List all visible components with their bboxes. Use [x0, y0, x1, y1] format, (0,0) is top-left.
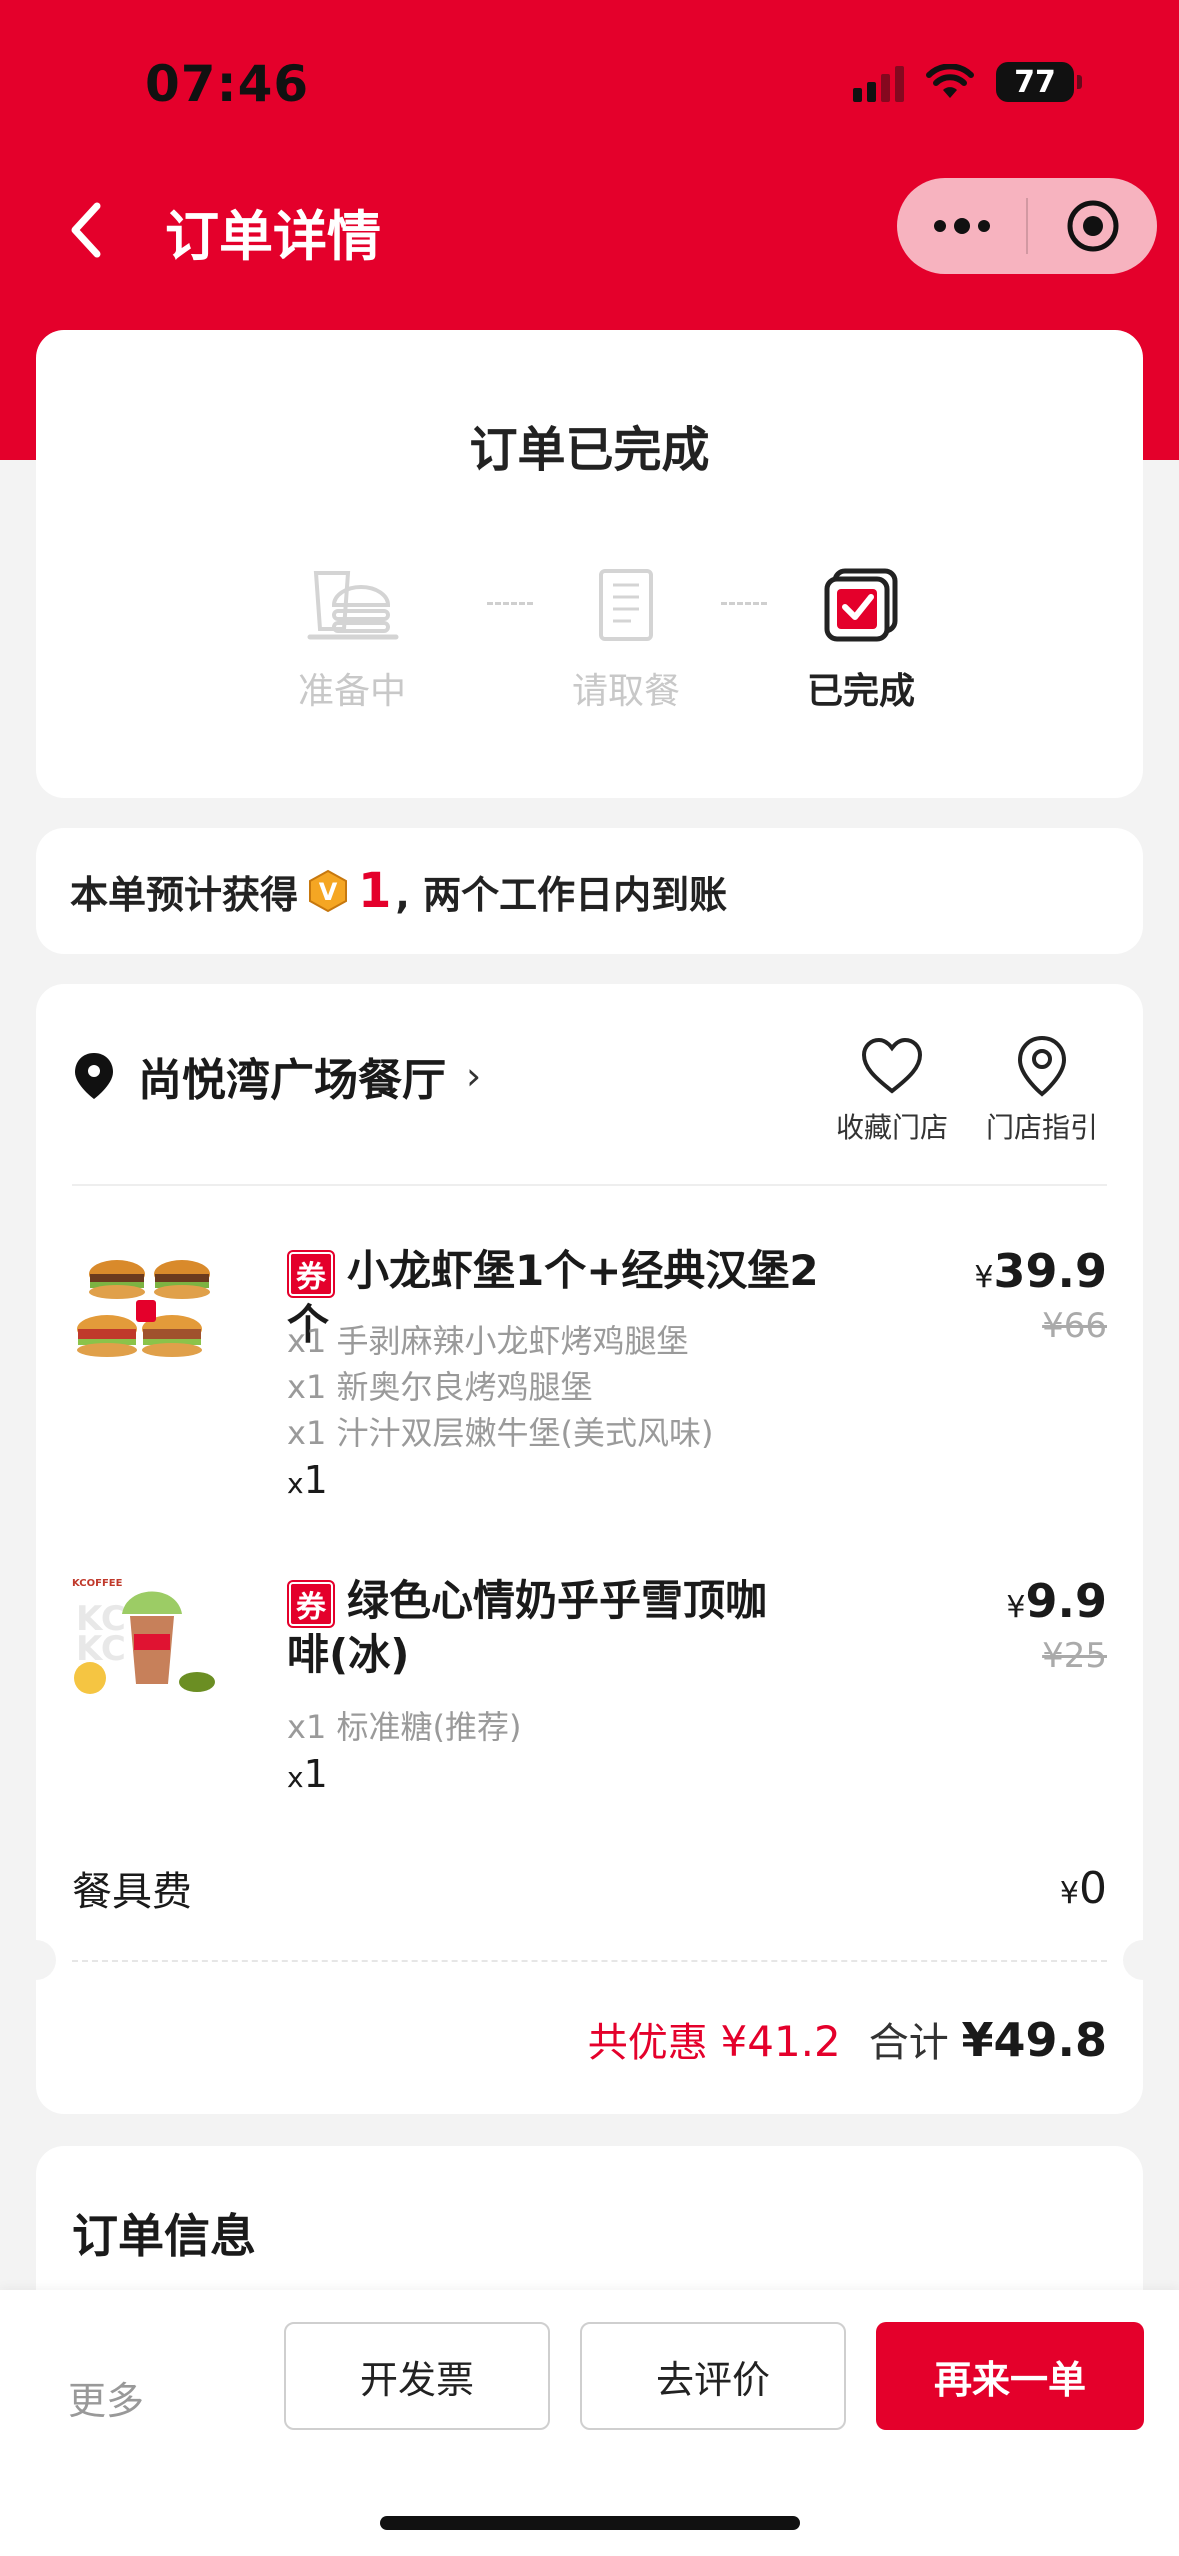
- step-label: 已完成: [806, 671, 915, 712]
- points-card: 本单预计获得 V 1 , 两个工作日内到账: [36, 828, 1143, 954]
- fee-value: ¥0: [1060, 1863, 1107, 1914]
- order-items-card: 尚悦湾广场餐厅 › 收藏门店 门店指引 券 小龙虾堡1个+经典汉堡2个 x1 手…: [36, 984, 1143, 2114]
- item-subitem: x1 新奥尔良烤鸡腿堡: [287, 1368, 593, 1406]
- currency-symbol: ¥: [1059, 1875, 1079, 1911]
- fee-label: 餐具费: [72, 1869, 192, 1915]
- store-guide-label: 门店指引: [985, 1111, 1098, 1144]
- miniapp-capsule: [897, 178, 1157, 274]
- v-gold-coin-icon: V: [309, 869, 348, 913]
- order-item: KCOFFEE KC KC 券 绿色心情奶乎乎雪顶咖啡(冰) x1 标准糖(推荐…: [72, 1574, 1107, 1796]
- step-label: 请取餐: [571, 671, 680, 712]
- qty-value: 1: [303, 1752, 328, 1796]
- saving-value: ¥41.2: [720, 2017, 841, 2066]
- ticket-notch: [1123, 1940, 1143, 1980]
- item-original-price: ¥66: [1042, 1306, 1107, 1346]
- favorite-store-label: 收藏门店: [835, 1111, 948, 1144]
- more-menu-button[interactable]: [897, 178, 1026, 274]
- page-title: 订单详情: [165, 205, 381, 268]
- target-close-icon: [1067, 200, 1118, 252]
- total-label: 合计: [868, 2020, 949, 2066]
- coffee-product-image: KCOFFEE KC KC: [72, 1578, 215, 1694]
- store-name: 尚悦湾广场餐厅: [138, 1055, 446, 1106]
- status-icons: 77: [853, 62, 1082, 102]
- ticket-notch: [36, 1940, 56, 1980]
- step-preparing: 准备中: [272, 560, 432, 714]
- close-miniapp-button[interactable]: [1028, 178, 1157, 274]
- back-button[interactable]: [55, 195, 115, 265]
- item-price: ¥9.9: [1006, 1574, 1107, 1628]
- qty-prefix: x: [287, 1761, 304, 1794]
- item-price: ¥39.9: [974, 1244, 1107, 1298]
- item-subitem: x1 手剥麻辣小龙虾烤鸡腿堡: [287, 1322, 689, 1360]
- invoice-button[interactable]: 开发票: [284, 2322, 550, 2430]
- saving-summary: 共优惠 ¥41.2: [588, 2010, 841, 2068]
- price-value: 9.9: [1025, 1574, 1108, 1628]
- burger-combo-image: [77, 1260, 210, 1357]
- total-value: ¥49.8: [961, 2013, 1107, 2067]
- step-label: 准备中: [297, 671, 406, 712]
- points-prefix: 本单预计获得: [70, 872, 299, 917]
- map-pin-outline-icon: [1017, 1035, 1067, 1097]
- dashed-divider: [72, 1960, 1107, 1962]
- step-connector: [487, 602, 533, 605]
- cellular-signal-icon: [853, 62, 904, 102]
- points-suffix: , 两个工作日内到账: [395, 872, 728, 917]
- svg-text:KCOFFEE: KCOFFEE: [72, 1578, 123, 1589]
- completed-check-icon: [824, 568, 898, 642]
- svg-text:KC: KC: [76, 1629, 126, 1669]
- step-connector: [721, 602, 767, 605]
- home-indicator: [380, 2516, 800, 2530]
- reorder-button[interactable]: 再来一单: [876, 2322, 1144, 2430]
- order-status-title: 订单已完成: [469, 422, 710, 478]
- more-button[interactable]: 更多: [68, 2370, 144, 2425]
- order-item: 券 小龙虾堡1个+经典汉堡2个 x1 手剥麻辣小龙虾烤鸡腿堡 x1 新奥尔良烤鸡…: [72, 1244, 1107, 1502]
- pickup-bag-icon: [599, 569, 653, 641]
- preparing-burger-icon: [307, 571, 399, 640]
- wifi-icon: [926, 64, 974, 98]
- item-quantity: x1: [287, 1752, 328, 1796]
- order-progress-steps: 准备中 请取餐 已完成: [36, 560, 1143, 720]
- saving-label: 共优惠: [587, 2020, 708, 2066]
- item-subitem: x1 汁汁双层嫩牛堡(美式风味): [287, 1414, 714, 1452]
- svg-text:V: V: [319, 878, 338, 906]
- total-summary: 合计 ¥49.8: [869, 2010, 1107, 2068]
- step-completed: 已完成: [781, 560, 941, 714]
- qty-value: 1: [303, 1458, 328, 1502]
- currency-symbol: ¥: [1006, 1590, 1026, 1625]
- heart-icon: [861, 1037, 923, 1094]
- store-link[interactable]: 尚悦湾广场餐厅 ›: [72, 1044, 481, 1108]
- tableware-fee-row: 餐具费 ¥0: [72, 1859, 1107, 1917]
- item-original-price: ¥25: [1042, 1636, 1107, 1676]
- favorite-store-button[interactable]: 收藏门店: [822, 1026, 962, 1146]
- price-value: 39.9: [993, 1244, 1108, 1298]
- chevron-left-icon: [71, 202, 101, 258]
- order-info-title: 订单信息: [72, 2209, 256, 2263]
- battery-level: 77: [1014, 64, 1056, 100]
- battery-icon: 77: [996, 62, 1082, 102]
- item-subitem: x1 标准糖(推荐): [287, 1708, 522, 1746]
- divider: [72, 1184, 1107, 1186]
- item-title: 绿色心情奶乎乎雪顶咖啡(冰): [287, 1576, 768, 1679]
- order-totals: 共优惠 ¥41.2 合计 ¥49.8: [588, 2010, 1107, 2068]
- store-guide-button[interactable]: 门店指引: [972, 1026, 1112, 1146]
- points-value: 1: [358, 863, 392, 919]
- step-pickup: 请取餐: [546, 560, 706, 714]
- status-time: 07:46: [145, 55, 310, 113]
- qty-prefix: x: [287, 1467, 304, 1500]
- fee-amount: 0: [1079, 1862, 1107, 1914]
- order-status-card: 订单已完成 准备中 请取餐 已完成: [36, 330, 1143, 798]
- more-dots-icon: [933, 218, 990, 234]
- currency-symbol: ¥: [974, 1260, 994, 1295]
- chevron-right-icon: ›: [466, 1054, 482, 1098]
- location-pin-icon: [75, 1053, 113, 1099]
- item-quantity: x1: [287, 1458, 328, 1502]
- review-button[interactable]: 去评价: [580, 2322, 846, 2430]
